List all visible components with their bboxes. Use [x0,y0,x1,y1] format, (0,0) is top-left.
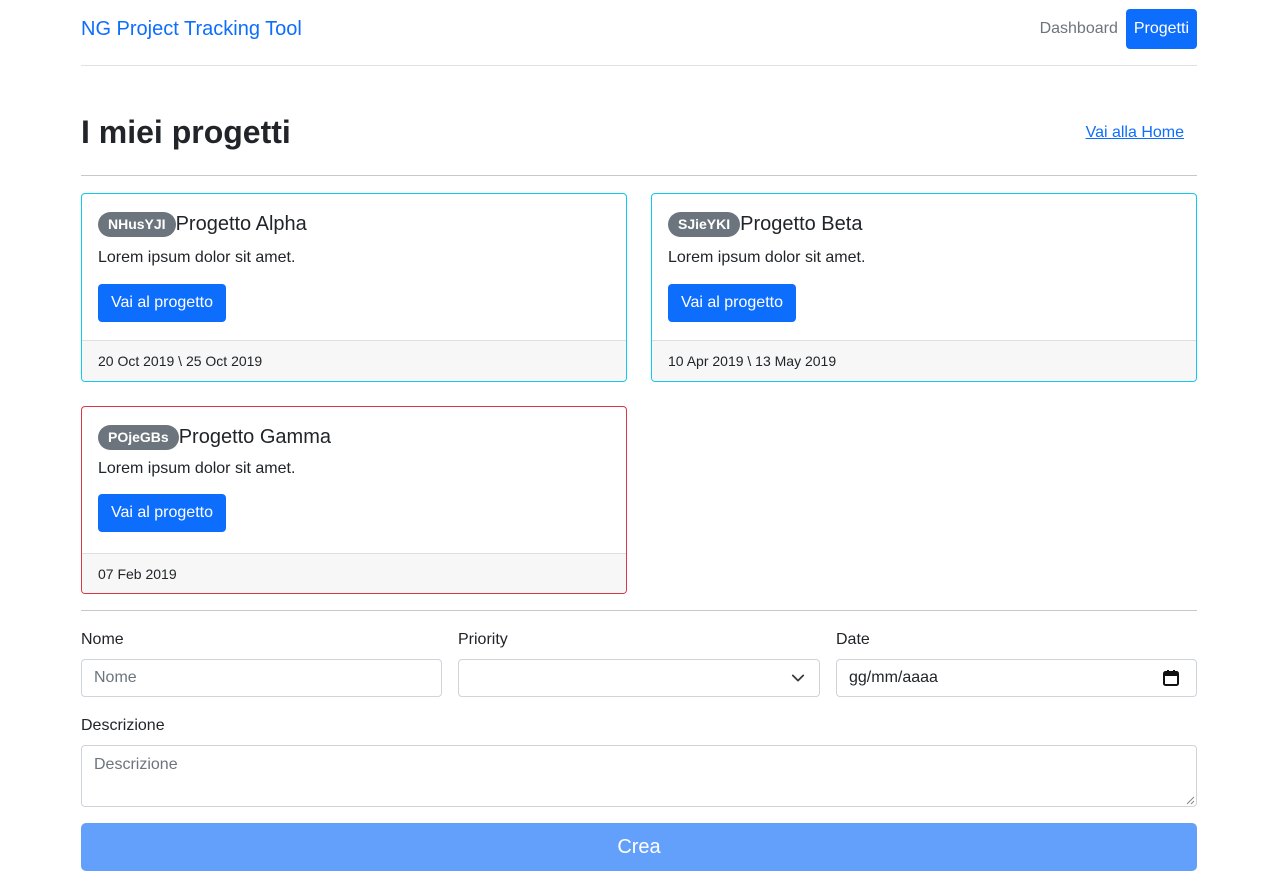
project-code-badge: POjeGBs [98,424,179,450]
calendar-icon[interactable] [1162,669,1180,687]
name-input[interactable] [81,659,442,697]
main-container: NG Project Tracking Tool Dashboard Proge… [81,0,1197,871]
card-body: SJieYKI Progetto Beta Lorem ipsum dolor … [652,194,1196,340]
project-card-gamma: POjeGBs Progetto Gamma Lorem ipsum dolor… [81,406,627,594]
project-name: Progetto Alpha [175,212,307,235]
create-button[interactable]: Crea [81,823,1197,871]
project-card-alpha: NHusYJI Progetto Alpha Lorem ipsum dolor… [81,193,627,382]
priority-select[interactable] [458,659,820,697]
header: NG Project Tracking Tool Dashboard Proge… [81,0,1197,66]
priority-label: Priority [458,631,508,648]
card-body: NHusYJI Progetto Alpha Lorem ipsum dolor… [82,194,626,340]
project-name: Progetto Gamma [178,425,331,448]
title-row: I miei progetti Vai alla Home [81,110,1197,176]
project-description: Lorem ipsum dolor sit amet. [668,249,866,266]
name-label: Nome [81,631,124,648]
chevron-down-icon [791,674,805,682]
card-body: POjeGBs Progetto Gamma Lorem ipsum dolor… [82,407,626,553]
resize-grip-icon[interactable] [1185,795,1195,805]
open-project-button[interactable]: Vai al progetto [98,494,226,532]
form-divider [81,610,1197,611]
open-project-button[interactable]: Vai al progetto [668,284,796,322]
project-card-beta: SJieYKI Progetto Beta Lorem ipsum dolor … [651,193,1197,382]
project-dates: 20 Oct 2019 \ 25 Oct 2019 [82,340,626,380]
card-title: NHusYJI Progetto Alpha [98,211,610,237]
description-wrapper [81,745,1197,807]
date-label: Date [836,631,870,648]
project-dates: 10 Apr 2019 \ 13 May 2019 [652,340,1196,380]
card-title: SJieYKI Progetto Beta [668,211,1180,237]
date-placeholder: gg/mm/aaaa [849,669,938,686]
nav-dashboard[interactable]: Dashboard [1032,10,1126,48]
project-code-badge: NHusYJI [98,211,176,237]
project-dates: 07 Feb 2019 [82,553,626,593]
page-title: I miei progetti [81,114,291,150]
project-description: Lorem ipsum dolor sit amet. [98,249,296,266]
project-code-badge: SJieYKI [668,211,741,237]
description-label: Descrizione [81,717,165,734]
project-description: Lorem ipsum dolor sit amet. [98,460,296,477]
brand-link[interactable]: NG Project Tracking Tool [81,18,302,41]
date-input[interactable]: gg/mm/aaaa [836,659,1197,697]
open-project-button[interactable]: Vai al progetto [98,284,226,322]
home-link[interactable]: Vai alla Home [1086,124,1184,142]
card-title: POjeGBs Progetto Gamma [98,424,610,450]
description-textarea[interactable] [81,745,1197,807]
project-name: Progetto Beta [740,212,863,235]
nav-pills: Dashboard Progetti [1032,9,1197,49]
nav-progetti[interactable]: Progetti [1125,9,1197,49]
